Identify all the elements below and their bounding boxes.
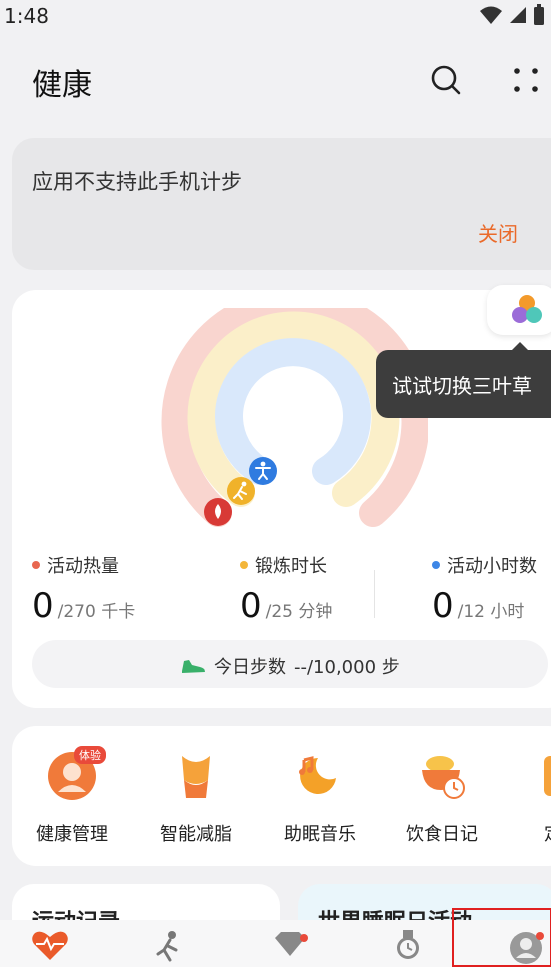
metric-active-hours[interactable]: 活动小时数 0/12 小时 <box>432 552 537 626</box>
metric-goal: /25 分钟 <box>265 602 333 622</box>
service-label: 饮食日记 <box>406 824 478 845</box>
metric-value: 0 <box>240 586 262 626</box>
hours-dot <box>432 561 440 569</box>
tab-badge-dot <box>300 934 308 942</box>
status-time: 1:48 <box>4 4 49 28</box>
service-label: 健康管理 <box>36 824 108 845</box>
page-title: 健康 <box>32 68 92 103</box>
pedometer-notice-card: 应用不支持此手机计步 关闭 <box>12 138 551 270</box>
runner-icon <box>156 931 178 962</box>
today-steps-pill[interactable]: 今日步数 --/10,000 步 <box>32 640 548 688</box>
notice-text: 应用不支持此手机计步 <box>32 170 242 194</box>
service-label: 智能减脂 <box>160 824 232 845</box>
stand-icon <box>249 457 277 485</box>
status-icons <box>479 4 545 26</box>
search-button[interactable] <box>428 62 464 98</box>
metric-goal: /270 千卡 <box>57 602 136 622</box>
metric-exercise-duration[interactable]: 锻炼时长 0/25 分钟 <box>240 552 332 626</box>
switch-tooltip[interactable]: 试试切换三叶草 <box>376 342 551 418</box>
wifi-icon <box>480 6 502 24</box>
body-fat-icon <box>182 756 210 798</box>
metric-label: 活动热量 <box>47 556 119 577</box>
tab-discover[interactable] <box>270 930 310 967</box>
services-card: 体验 健康管理 智能减脂 助眠音乐 饮食日记 <box>12 726 551 866</box>
more-button[interactable] <box>508 62 544 98</box>
app-header: 健康 <box>0 50 551 110</box>
tab-health[interactable] <box>30 930 70 967</box>
diet-diary-icon <box>422 756 465 799</box>
clover-icon <box>512 295 542 323</box>
battery-icon <box>534 4 544 25</box>
tooltip-arrow <box>512 342 528 350</box>
tab-highlight-box <box>452 908 551 967</box>
flame-icon <box>204 498 232 526</box>
activity-metrics: 活动热量 0/270 千卡 锻炼时长 0/25 分钟 活动小时数 0/12 小时 <box>12 552 551 632</box>
service-diet-diary[interactable]: 饮食日记 <box>392 750 492 846</box>
more-icon <box>514 68 538 92</box>
tab-devices[interactable] <box>388 930 428 967</box>
signal-icon <box>510 7 526 23</box>
metric-goal: /12 小时 <box>457 602 525 622</box>
exercise-dot <box>240 561 248 569</box>
service-label: 定制 <box>512 820 551 846</box>
metric-divider <box>374 570 375 618</box>
service-custom[interactable]: 定制 <box>512 750 551 846</box>
metric-value: 0 <box>32 586 54 626</box>
run-icon <box>227 477 255 505</box>
tooltip-text: 试试切换三叶草 <box>392 374 532 398</box>
shoe-icon <box>182 660 205 673</box>
service-fat-loss[interactable]: 智能减脂 <box>146 750 246 846</box>
search-icon <box>431 65 461 95</box>
status-bar: 1:48 <box>0 0 551 34</box>
sleep-music-icon <box>299 756 336 794</box>
metric-label: 锻炼时长 <box>255 556 327 577</box>
metric-calories[interactable]: 活动热量 0/270 千卡 <box>32 552 135 626</box>
service-sleep-music[interactable]: 助眠音乐 <box>270 750 370 846</box>
watch-icon <box>397 930 419 959</box>
service-health-manage[interactable]: 体验 健康管理 <box>22 746 122 846</box>
steps-value: --/10,000 步 <box>294 657 400 678</box>
metric-label: 活动小时数 <box>447 556 537 577</box>
trial-badge: 体验 <box>74 746 106 764</box>
heart-pulse-icon <box>32 931 68 960</box>
steps-label: 今日步数 <box>214 657 286 678</box>
tab-exercise[interactable] <box>148 930 188 967</box>
switch-view-button[interactable] <box>487 285 551 335</box>
service-label: 助眠音乐 <box>284 824 356 845</box>
metric-value: 0 <box>432 586 454 626</box>
custom-icon <box>544 756 551 796</box>
notice-close-button[interactable]: 关闭 <box>478 218 518 247</box>
calories-dot <box>32 561 40 569</box>
activity-rings[interactable] <box>158 308 428 528</box>
